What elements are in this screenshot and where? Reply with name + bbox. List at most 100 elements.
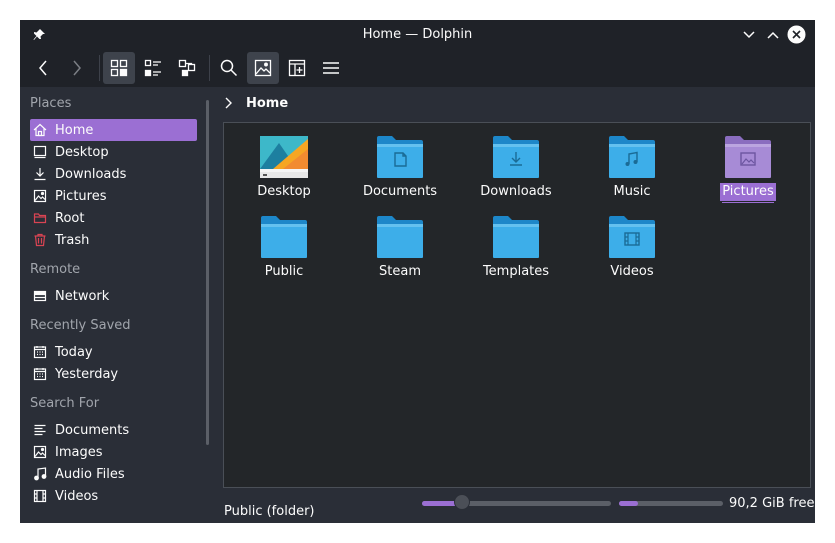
maximize-chevron-icon[interactable] (763, 25, 782, 44)
file-item-label: Videos (610, 264, 654, 279)
file-item-label: Music (613, 184, 651, 199)
selection-underline (722, 202, 774, 203)
sidebar-scrollbar[interactable] (206, 100, 209, 445)
file-item-steam[interactable]: Steam (350, 215, 450, 281)
search-icon (220, 59, 238, 77)
sidebar-item-label: Images (55, 444, 103, 460)
network-icon (33, 289, 47, 303)
file-item-label: Downloads (480, 184, 552, 199)
forward-button[interactable] (61, 52, 93, 84)
breadcrumb[interactable]: Home (224, 92, 288, 114)
file-item-videos[interactable]: Videos (582, 215, 682, 281)
tree-view-button[interactable] (171, 52, 203, 84)
sidebar-item-pictures[interactable]: Pictures (30, 185, 197, 207)
folder-documents-icon (377, 136, 423, 178)
window-title: Home — Dolphin (362, 27, 473, 42)
sidebar-item-label: Home (55, 122, 94, 138)
split-view-icon (288, 59, 306, 77)
folder-icon (261, 216, 307, 258)
sidebar-item-root[interactable]: Root (30, 207, 197, 229)
free-space-bar-fill (619, 501, 638, 506)
free-space-label: 90,2 GiB free (729, 496, 815, 511)
sidebar-item-desktop[interactable]: Desktop (30, 141, 197, 163)
section-header-remote: Remote (30, 262, 81, 277)
sidebar-item-downloads[interactable]: Downloads (30, 163, 197, 185)
preview-button[interactable] (247, 52, 279, 84)
calendar-icon (33, 345, 47, 359)
sidebar-item-network[interactable]: Network (30, 285, 197, 307)
folder-videos-icon (609, 216, 655, 258)
sidebar-item-label: Pictures (55, 188, 107, 204)
calendar-icon (33, 367, 47, 381)
sidebar-item-label: Yesterday (55, 366, 119, 382)
file-item-music[interactable]: Music (582, 135, 682, 201)
folder-downloads-icon (493, 136, 539, 178)
image-preview-icon (254, 59, 272, 77)
breadcrumb-current[interactable]: Home (246, 96, 288, 111)
desktop-icon (33, 145, 47, 159)
file-item-label: Desktop (257, 184, 311, 199)
sidebar-item-label: Root (55, 210, 85, 226)
sidebar-item-today[interactable]: Today (30, 341, 197, 363)
compact-view-icon (144, 59, 161, 77)
music-icon (33, 467, 47, 481)
sidebar-item-yesterday[interactable]: Yesterday (30, 363, 197, 385)
file-item-public[interactable]: Public (234, 215, 334, 281)
chevron-left-icon (39, 60, 47, 76)
details-view-button[interactable] (137, 52, 169, 84)
file-item-templates[interactable]: Templates (466, 215, 566, 281)
toolbar-separator (209, 55, 210, 81)
file-item-downloads[interactable]: Downloads (466, 135, 566, 201)
icons-view-button[interactable] (103, 52, 135, 84)
chevron-right-icon (73, 60, 81, 76)
sidebar-item-label: Trash (55, 232, 90, 248)
download-icon (33, 167, 47, 181)
zoom-slider[interactable] (422, 494, 611, 510)
search-button[interactable] (213, 52, 245, 84)
chevron-right-icon (225, 97, 232, 109)
folder-music-icon (609, 136, 655, 178)
title-bar: Home — Dolphin (20, 20, 815, 49)
sidebar-item-label: Documents (55, 422, 130, 438)
dolphin-window: Home — Dolphin Places Home Desktop Downl… (20, 20, 815, 523)
file-item-label: Pictures (720, 183, 776, 201)
section-header-recently-saved: Recently Saved (30, 318, 131, 333)
image-icon (33, 445, 47, 459)
file-item-label: Templates (482, 264, 550, 279)
file-item-documents[interactable]: Documents (350, 135, 450, 201)
folder-icon (493, 216, 539, 258)
sidebar-item-trash[interactable]: Trash (30, 229, 197, 251)
toolbar-separator (99, 55, 100, 81)
file-item-desktop[interactable]: Desktop (234, 135, 334, 201)
sidebar-item-label: Audio Files (55, 466, 125, 482)
tree-view-icon (178, 59, 196, 77)
home-icon (33, 123, 47, 137)
document-icon (33, 423, 47, 437)
split-view-button[interactable] (281, 52, 313, 84)
folder-icon (377, 216, 423, 258)
sidebar-item-label: Downloads (55, 166, 127, 182)
free-space-bar (619, 501, 723, 506)
sidebar-item-search-documents[interactable]: Documents (30, 419, 197, 441)
file-item-pictures[interactable]: Pictures (698, 135, 798, 203)
sidebar-item-search-audio[interactable]: Audio Files (30, 463, 197, 485)
image-icon (33, 189, 47, 203)
toolbar (20, 49, 815, 87)
sidebar-item-label: Today (55, 344, 93, 360)
file-view[interactable]: Desktop Documents Downloads Music Pictur… (223, 122, 811, 488)
section-header-search-for: Search For (30, 396, 100, 411)
file-item-label: Public (264, 264, 304, 279)
sidebar-item-home[interactable]: Home (30, 119, 197, 141)
back-button[interactable] (27, 52, 59, 84)
hamburger-menu-icon (323, 62, 339, 74)
sidebar-item-search-images[interactable]: Images (30, 441, 197, 463)
close-icon[interactable] (787, 25, 806, 44)
places-panel: Places Home Desktop Downloads Pictures R… (20, 87, 209, 523)
minimize-chevron-icon[interactable] (739, 25, 758, 44)
sidebar-item-label: Videos (55, 488, 99, 504)
trash-icon (33, 233, 47, 247)
zoom-slider-handle[interactable] (453, 494, 470, 510)
sidebar-item-search-videos[interactable]: Videos (30, 485, 197, 507)
menu-button[interactable] (315, 52, 347, 84)
sidebar-item-label: Desktop (55, 144, 109, 160)
